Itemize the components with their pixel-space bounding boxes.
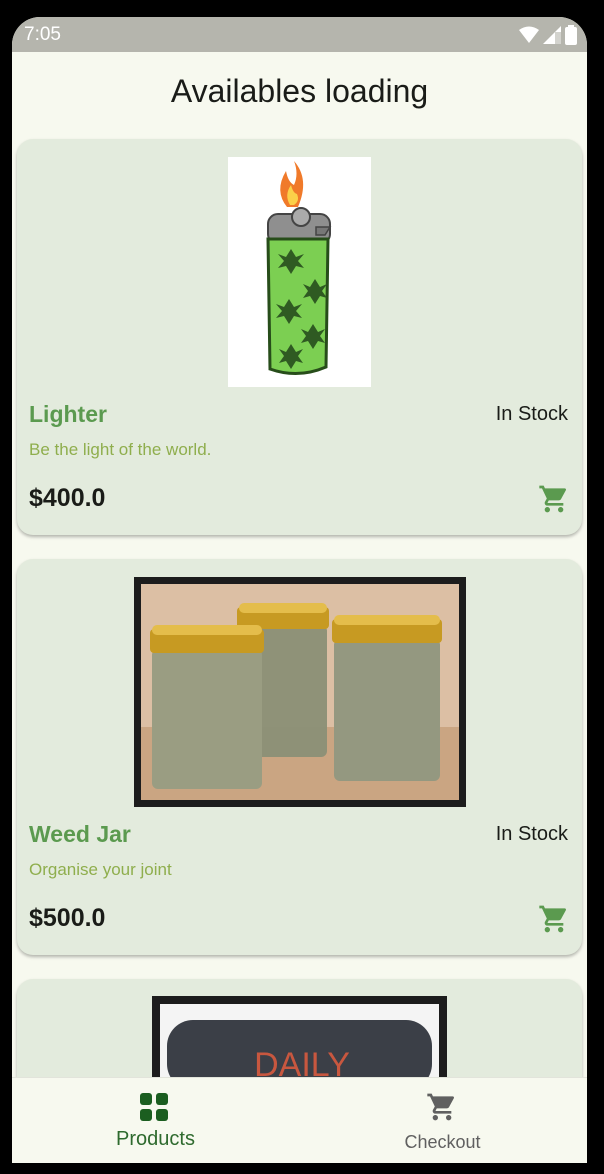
stock-status: In Stock <box>495 823 568 845</box>
cart-icon <box>427 1093 455 1121</box>
signal-icon <box>543 26 561 44</box>
rolling-tray-image: DAILY <box>152 996 447 1086</box>
jars-image <box>134 577 466 807</box>
grid-icon <box>140 1093 168 1121</box>
phone-screen: 7:05 Availables loading Lighter In Stock… <box>12 17 587 1163</box>
product-description: Be the light of the world. <box>29 440 212 459</box>
bottom-navigation: Products Checkout <box>12 1077 587 1163</box>
add-to-cart-icon[interactable] <box>538 903 570 935</box>
status-bar: 7:05 <box>12 17 587 52</box>
status-icons <box>519 25 577 45</box>
product-name: Lighter <box>29 401 107 427</box>
battery-icon <box>565 25 577 45</box>
product-card[interactable]: Weed Jar In Stock Organise your joint $5… <box>17 559 582 955</box>
product-name: Weed Jar <box>29 821 131 847</box>
wifi-icon <box>519 26 539 43</box>
nav-products[interactable]: Products <box>12 1078 299 1163</box>
nav-products-label: Products <box>116 1128 195 1150</box>
page-title: Availables loading <box>170 73 429 109</box>
product-price: $500.0 <box>29 904 106 932</box>
add-to-cart-icon[interactable] <box>538 483 570 515</box>
nav-checkout-label: Checkout <box>404 1132 481 1152</box>
product-description: Organise your joint <box>29 860 172 879</box>
status-time: 7:05 <box>24 24 61 45</box>
stock-status: In Stock <box>495 403 568 425</box>
product-card[interactable]: Lighter In Stock Be the light of the wor… <box>17 139 582 535</box>
nav-checkout[interactable]: Checkout <box>299 1078 586 1163</box>
product-price: $400.0 <box>29 484 106 512</box>
lighter-image <box>228 157 371 387</box>
